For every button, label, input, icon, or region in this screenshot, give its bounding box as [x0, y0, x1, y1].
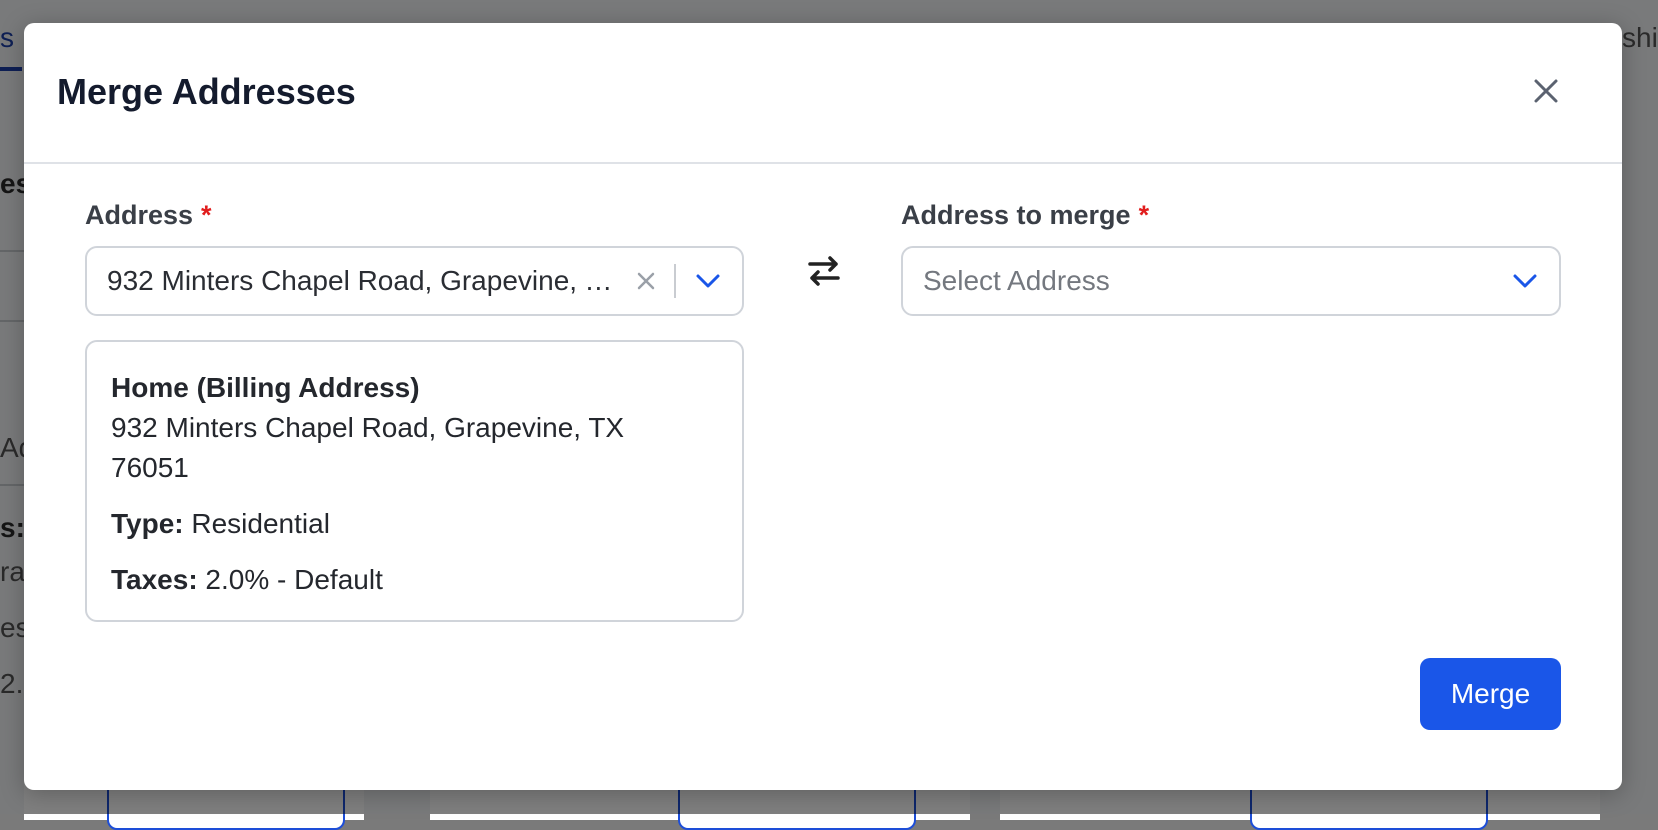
chevron-down-icon — [696, 274, 720, 288]
clear-icon — [637, 272, 655, 290]
address-to-merge-dropdown-toggle[interactable] — [1503, 259, 1547, 303]
required-marker: * — [1138, 200, 1150, 230]
address-name: Home (Billing Address) — [111, 372, 420, 403]
required-marker: * — [201, 200, 212, 230]
address-taxes-value: 2.0% - Default — [205, 564, 383, 595]
clear-selection-button[interactable] — [628, 263, 664, 299]
address-taxes-row: Taxes: 2.0% - Default — [111, 560, 718, 600]
address-type-label: Type: — [111, 508, 184, 539]
chevron-down-icon — [1513, 274, 1537, 288]
address-to-merge-placeholder: Select Address — [923, 265, 1110, 296]
address-select[interactable]: 932 Minters Chapel Road, Grapevine, TX 7… — [85, 246, 744, 316]
swap-icon — [808, 256, 840, 286]
address-to-merge-label: Address to merge * — [901, 200, 1150, 230]
close-icon — [1534, 79, 1558, 103]
dialog-title: Merge Addresses — [57, 71, 356, 112]
address-dropdown-toggle[interactable] — [686, 259, 730, 303]
merge-button[interactable]: Merge — [1420, 658, 1561, 730]
merge-addresses-dialog: Merge Addresses Address * 932 Minters Cha… — [24, 23, 1622, 790]
swap-addresses-button[interactable] — [804, 251, 844, 291]
address-type-value: Residential — [191, 508, 330, 539]
dialog-header: Merge Addresses — [24, 23, 1622, 164]
address-select-value: 932 Minters Chapel Road, Grapevine, TX 7… — [107, 265, 628, 296]
address-type-row: Type: Residential — [111, 504, 718, 544]
address-line: 932 Minters Chapel Road, Grapevine, TX 7… — [111, 412, 625, 483]
address-details-card: Home (Billing Address) 932 Minters Chape… — [85, 340, 744, 622]
address-to-merge-select[interactable]: Select Address — [901, 246, 1561, 316]
address-taxes-label: Taxes: — [111, 564, 198, 595]
select-divider — [674, 264, 676, 298]
address-label: Address * — [85, 200, 212, 230]
close-button[interactable] — [1524, 69, 1568, 113]
